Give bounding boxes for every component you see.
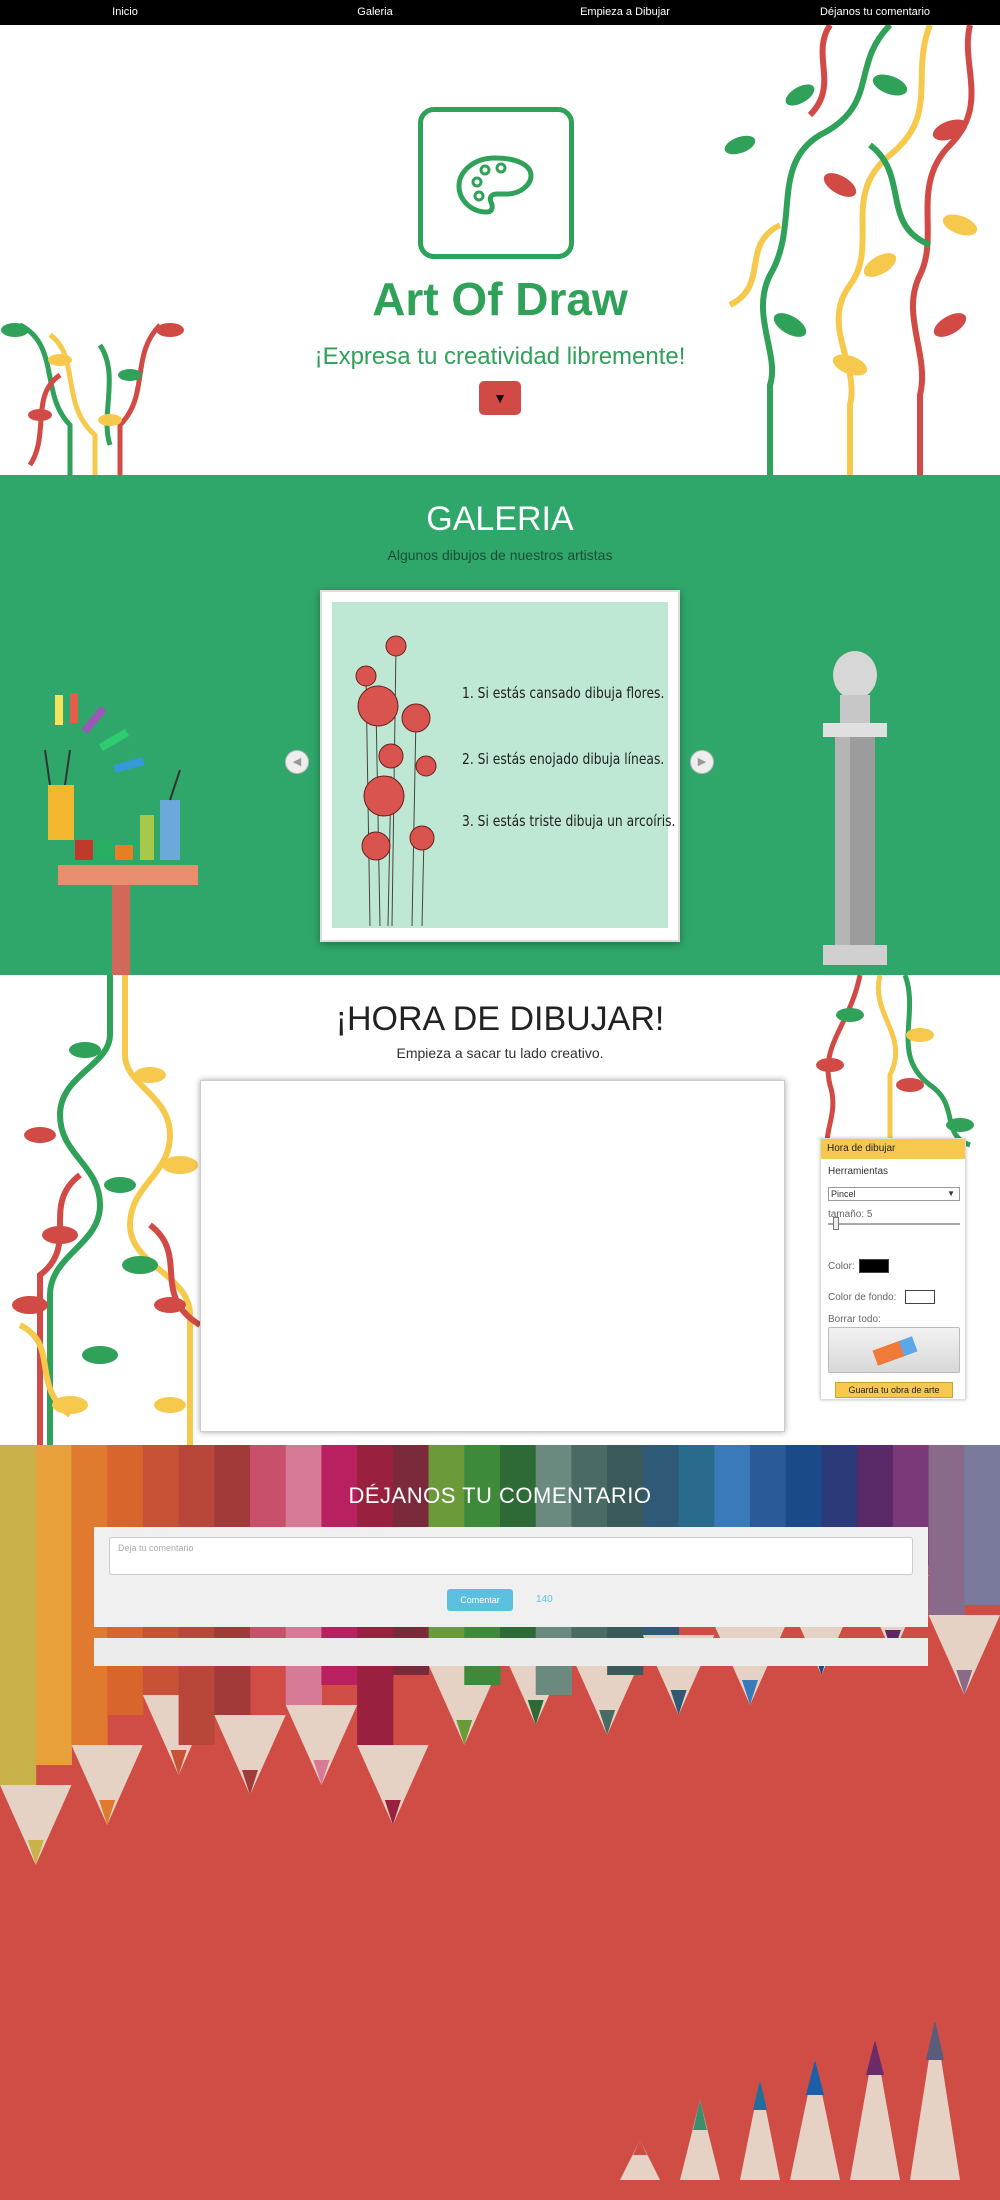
- pencil-lead: [670, 1690, 687, 1715]
- dibujar-title: ¡HORA DE DIBUJAR!: [335, 1000, 665, 1038]
- vines-right-decoration: [724, 25, 978, 475]
- clear-label: Borrar todo:: [828, 1314, 881, 1325]
- size-slider-knob[interactable]: [833, 1217, 839, 1230]
- comment-form: Deja tu comentario Comentar 140: [94, 1527, 928, 1627]
- drawing-canvas[interactable]: [200, 1080, 785, 1432]
- comment-submit-button[interactable]: Comentar: [447, 1589, 513, 1611]
- bg-color-picker[interactable]: [905, 1290, 935, 1304]
- gallery-artwork: 1. Si estás cansado dibuja flores. 2. Si…: [332, 602, 675, 928]
- pencil-lead: [99, 1800, 116, 1825]
- tool-select[interactable]: Pincel ▼: [828, 1187, 960, 1201]
- poppies-drawing: [355, 635, 437, 926]
- tool-select-value: Pincel: [831, 1189, 856, 1199]
- pencil-lead: [527, 1700, 544, 1725]
- pencil-lead: [742, 1680, 758, 1705]
- pencil-lead: [384, 1800, 401, 1825]
- char-counter: 140: [536, 1594, 553, 1605]
- pencil-lead: [956, 1670, 973, 1695]
- pencil-body: [928, 1445, 965, 1615]
- save-artwork-button[interactable]: Guarda tu obra de arte: [835, 1382, 953, 1398]
- tools-label: Herramientas: [828, 1166, 889, 1177]
- chevron-down-icon: ▼: [493, 390, 507, 406]
- comentario-section: DÉJANOS TU COMENTARIO Deja tu comentario…: [0, 1445, 1000, 2200]
- nav-comentario[interactable]: Déjanos tu comentario: [750, 0, 1000, 25]
- pencil-lead: [599, 1710, 616, 1735]
- caret-down-icon: ▼: [947, 1189, 955, 1198]
- color-picker[interactable]: [859, 1259, 889, 1273]
- comment-textarea[interactable]: Deja tu comentario: [109, 1537, 913, 1575]
- hero-section: Art Of Draw ¡Expresa tu creatividad libr…: [0, 25, 1000, 475]
- dibujar-section: ¡HORA DE DIBUJAR! Empieza a sacar tu lad…: [0, 975, 1000, 1445]
- tools-panel-title: Hora de dibujar: [821, 1139, 965, 1159]
- logo: [418, 107, 574, 259]
- scroll-down-button[interactable]: ▼: [479, 381, 521, 415]
- carousel-next-button[interactable]: ▶: [690, 750, 714, 774]
- bg-color-label: Color de fondo:: [828, 1292, 897, 1303]
- nav-galeria[interactable]: Galeria: [250, 0, 500, 25]
- eraser-icon: [872, 1336, 918, 1366]
- pencils-bottom-illustration: [620, 2020, 960, 2180]
- comments-list: [94, 1638, 928, 1666]
- top-nav: Inicio Galeria Empieza a Dibujar Déjanos…: [0, 0, 1000, 25]
- quote-1: 1. Si estás cansado dibuja flores.: [462, 684, 665, 702]
- vines-left-decoration: [1, 322, 184, 475]
- comentario-title: DÉJANOS TU COMENTARIO: [348, 1483, 652, 1508]
- galeria-subtitle: Algunos dibujos de nuestros artistas: [387, 547, 613, 563]
- statue-illustration: [823, 651, 887, 965]
- pencil-lead: [242, 1770, 258, 1795]
- art-supplies-illustration: [44, 693, 198, 975]
- palette-icon: [456, 155, 534, 215]
- drawing-tools-panel: Hora de dibujar Herramientas Pincel ▼ ta…: [820, 1138, 966, 1400]
- color-label: Color:: [828, 1261, 855, 1272]
- galeria-title: GALERIA: [426, 500, 574, 538]
- gallery-frame: 1. Si estás cansado dibuja flores. 2. Si…: [320, 590, 680, 942]
- clear-button[interactable]: [828, 1327, 960, 1373]
- galeria-section: GALERIA Algunos dibujos de nuestros arti…: [0, 475, 1000, 975]
- nav-empieza-dibujar[interactable]: Empieza a Dibujar: [500, 0, 750, 25]
- pencil-lead: [456, 1720, 473, 1745]
- pencils-top-illustration: [0, 1445, 1000, 1865]
- hero-subtitle: ¡Expresa tu creatividad libremente!: [314, 343, 686, 370]
- hero-title: Art Of Draw: [372, 273, 628, 325]
- pencil-body: [964, 1445, 1000, 1605]
- nav-inicio[interactable]: Inicio: [0, 0, 250, 25]
- size-slider[interactable]: [828, 1217, 960, 1230]
- carousel-prev-button[interactable]: ◀: [285, 750, 309, 774]
- dibujar-subtitle: Empieza a sacar tu lado creativo.: [396, 1045, 604, 1061]
- quote-3: 3. Si estás triste dibuja un arcoíris.: [462, 812, 676, 830]
- pencil-lead: [27, 1840, 44, 1865]
- pencil-lead: [313, 1760, 330, 1785]
- pencil-lead: [170, 1750, 187, 1775]
- quote-2: 2. Si estás enojado dibuja líneas.: [462, 750, 665, 768]
